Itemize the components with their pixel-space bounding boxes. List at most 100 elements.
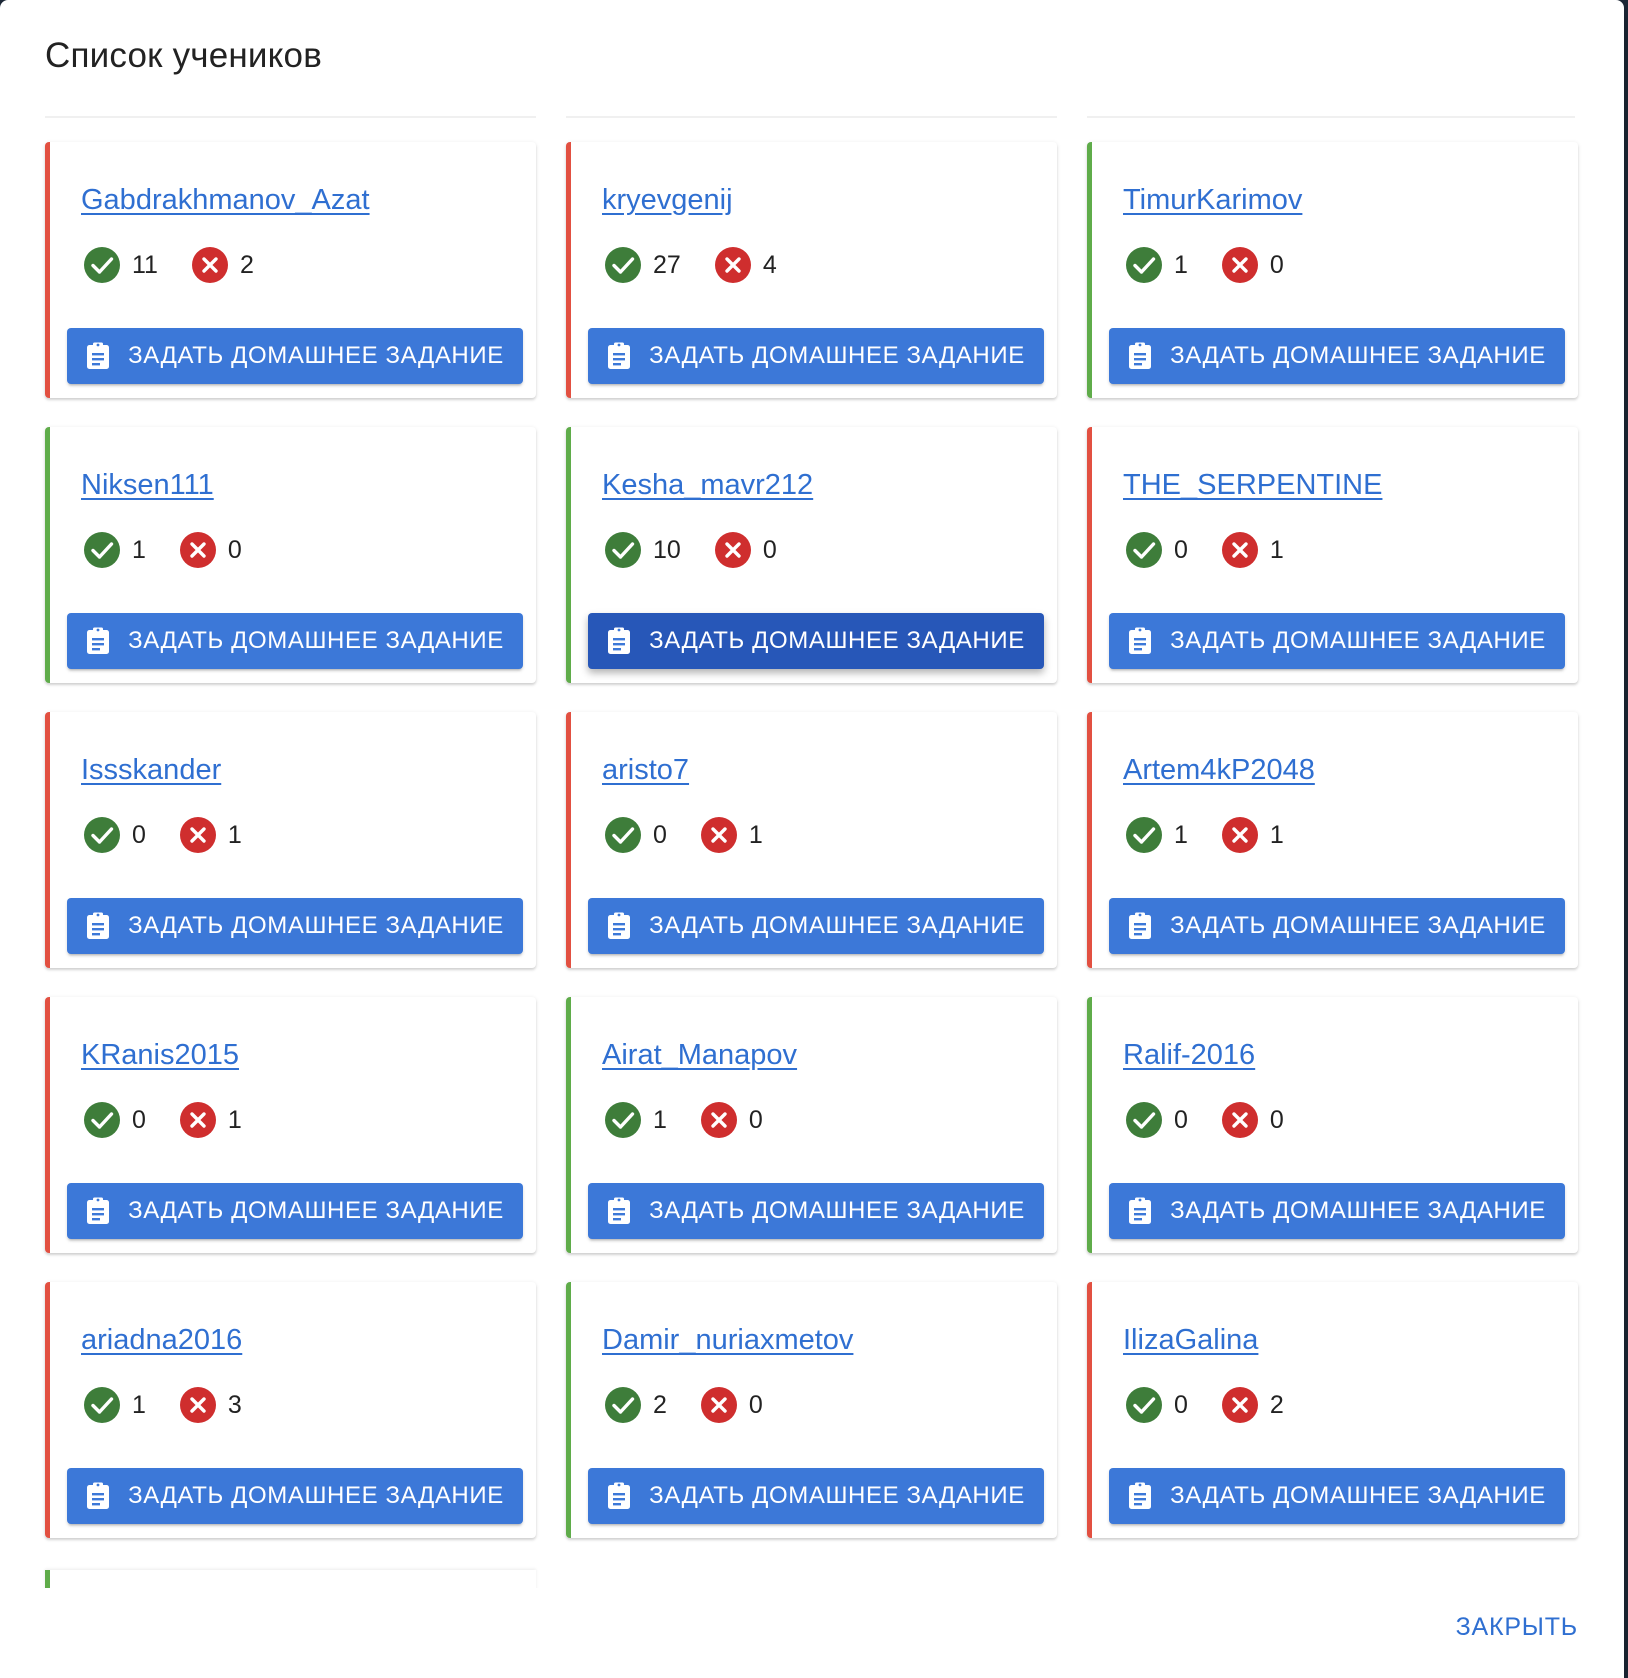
- assign-homework-label: ЗАДАТЬ ДОМАШНЕЕ ЗАДАНИЕ: [128, 1482, 504, 1509]
- done-count: 10: [653, 535, 681, 564]
- students-dialog: Список учеников Gabdrakhmanov_Azat 1 1 2 …: [0, 0, 1624, 1678]
- done-stat: 10: [605, 532, 681, 568]
- student-name-link[interactable]: TimurKarimov: [1123, 184, 1302, 217]
- clipboard-icon: [86, 1197, 110, 1225]
- student-name-link[interactable]: THE_SERPENTINE: [1123, 469, 1382, 502]
- failed-stat: 2: [191, 247, 254, 283]
- student-card: TimurKarimov 1 0 ЗАДАТЬ ДОМАШНЕЕ ЗАДАНИЕ: [1087, 142, 1578, 398]
- assign-homework-label: ЗАДАТЬ ДОМАШНЕЕ ЗАДАНИЕ: [649, 1482, 1025, 1509]
- done-count: 2: [653, 1390, 667, 1419]
- student-name-link[interactable]: Gabdrakhmanov_Azat: [81, 184, 370, 217]
- failed-stat: 2: [1221, 1387, 1284, 1423]
- done-count: 1: [132, 535, 146, 564]
- student-name-link[interactable]: ariadna2016: [81, 1324, 242, 1357]
- failed-count: 1: [1269, 820, 1284, 849]
- assign-homework-button[interactable]: ЗАДАТЬ ДОМАШНЕЕ ЗАДАНИЕ: [67, 328, 523, 384]
- assign-homework-label: ЗАДАТЬ ДОМАШНЕЕ ЗАДАНИЕ: [128, 627, 504, 654]
- student-stats: 0 2: [1126, 1386, 1318, 1424]
- check-circle-icon: [84, 532, 120, 568]
- assign-homework-label: ЗАДАТЬ ДОМАШНЕЕ ЗАДАНИЕ: [649, 627, 1025, 654]
- student-name-link[interactable]: Artem4kP2048: [1123, 754, 1315, 787]
- failed-stat: 0: [714, 532, 777, 568]
- check-circle-icon: [605, 817, 641, 853]
- assign-homework-label: ЗАДАТЬ ДОМАШНЕЕ ЗАДАНИЕ: [128, 1197, 504, 1224]
- x-circle-icon: [191, 247, 228, 283]
- done-stat: 1: [84, 532, 146, 568]
- student-name-link[interactable]: Damir_nuriaxmetov: [602, 1324, 853, 1357]
- clipboard-icon: [1128, 342, 1152, 370]
- failed-stat: 1: [179, 817, 242, 853]
- x-circle-icon: [179, 1387, 216, 1423]
- done-stat: 0: [1126, 1387, 1188, 1423]
- x-circle-icon: [700, 817, 737, 853]
- x-circle-icon: [179, 532, 216, 568]
- failed-count: 1: [1269, 535, 1284, 564]
- student-card: Issskander 0 1 ЗАДАТЬ ДОМАШНЕЕ ЗАДАНИЕ: [45, 712, 536, 968]
- student-name-link[interactable]: aristo7: [602, 754, 689, 787]
- assign-homework-button[interactable]: ЗАДАТЬ ДОМАШНЕЕ ЗАДАНИЕ: [588, 1468, 1044, 1524]
- done-stat: 0: [605, 817, 667, 853]
- done-count: 0: [132, 1105, 146, 1134]
- x-circle-icon: [179, 817, 216, 853]
- clipboard-icon: [607, 627, 631, 655]
- check-circle-icon: [605, 1102, 641, 1138]
- student-name-link[interactable]: Kesha_mavr212: [602, 469, 813, 502]
- check-circle-icon: [84, 817, 120, 853]
- student-stats: 1 3: [84, 1386, 276, 1424]
- assign-homework-button[interactable]: ЗАДАТЬ ДОМАШНЕЕ ЗАДАНИЕ: [67, 1183, 523, 1239]
- assign-homework-button[interactable]: ЗАДАТЬ ДОМАШНЕЕ ЗАДАНИЕ: [588, 328, 1044, 384]
- x-circle-icon: [1221, 1102, 1258, 1138]
- student-stats: 0 1: [84, 816, 276, 854]
- x-circle-icon: [700, 1102, 737, 1138]
- assign-homework-label: ЗАДАТЬ ДОМАШНЕЕ ЗАДАНИЕ: [649, 342, 1025, 369]
- assign-homework-button[interactable]: ЗАДАТЬ ДОМАШНЕЕ ЗАДАНИЕ: [67, 1468, 523, 1524]
- assign-homework-button[interactable]: ЗАДАТЬ ДОМАШНЕЕ ЗАДАНИЕ: [67, 613, 523, 669]
- failed-stat: 1: [179, 1102, 242, 1138]
- done-stat: 1: [1126, 817, 1188, 853]
- done-stat: 0: [1126, 1102, 1188, 1138]
- x-circle-icon: [1221, 1387, 1258, 1423]
- assign-homework-button[interactable]: ЗАДАТЬ ДОМАШНЕЕ ЗАДАНИЕ: [1109, 328, 1565, 384]
- students-list-scroll[interactable]: Gabdrakhmanov_Azat 1 1 2 ЗАДАТЬ ДОМАШНЕЕ …: [0, 100, 1624, 1588]
- student-name-link[interactable]: Niksen111: [81, 469, 214, 502]
- failed-stat: 1: [1221, 817, 1284, 853]
- assign-homework-button[interactable]: ЗАДАТЬ ДОМАШНЕЕ ЗАДАНИЕ: [588, 1183, 1044, 1239]
- student-name-link[interactable]: IlizaGalina: [1123, 1324, 1258, 1357]
- clipboard-icon: [86, 627, 110, 655]
- check-circle-icon: [1126, 247, 1162, 283]
- student-name-link[interactable]: Airat_Manapov: [602, 1039, 797, 1072]
- close-button[interactable]: ЗАКРЫТЬ: [1446, 1607, 1588, 1648]
- student-name-link[interactable]: Issskander: [81, 754, 221, 787]
- done-count: 0: [653, 820, 667, 849]
- done-stat: 1: [605, 1102, 667, 1138]
- assign-homework-button[interactable]: ЗАДАТЬ ДОМАШНЕЕ ЗАДАНИЕ: [67, 898, 523, 954]
- assign-homework-label: ЗАДАТЬ ДОМАШНЕЕ ЗАДАНИЕ: [1170, 1482, 1546, 1509]
- student-name-link[interactable]: KRanis2015: [81, 1039, 239, 1072]
- student-card-partial: [45, 1570, 536, 1588]
- student-name-link[interactable]: kryevgenij: [602, 184, 733, 217]
- student-card: Gabdrakhmanov_Azat 11 2 ЗАДАТЬ ДОМАШНЕЕ …: [45, 142, 536, 398]
- assign-homework-button[interactable]: ЗАДАТЬ ДОМАШНЕЕ ЗАДАНИЕ: [1109, 898, 1565, 954]
- failed-count: 4: [762, 250, 777, 279]
- failed-count: 3: [227, 1390, 242, 1419]
- assign-homework-button[interactable]: ЗАДАТЬ ДОМАШНЕЕ ЗАДАНИЕ: [1109, 1183, 1565, 1239]
- failed-count: 0: [1269, 250, 1284, 279]
- assign-homework-button[interactable]: ЗАДАТЬ ДОМАШНЕЕ ЗАДАНИЕ: [1109, 613, 1565, 669]
- check-circle-icon: [1126, 1102, 1162, 1138]
- assign-homework-label: ЗАДАТЬ ДОМАШНЕЕ ЗАДАНИЕ: [1170, 342, 1546, 369]
- x-circle-icon: [1221, 532, 1258, 568]
- dialog-title: Список учеников: [45, 36, 323, 75]
- student-stats: 1 0: [1126, 246, 1318, 284]
- student-name-link[interactable]: Ralif-2016: [1123, 1039, 1255, 1072]
- failed-stat: 1: [700, 817, 763, 853]
- student-card: Ralif-2016 0 0 ЗАДАТЬ ДОМАШНЕЕ ЗАДАНИЕ: [1087, 997, 1578, 1253]
- assign-homework-button[interactable]: ЗАДАТЬ ДОМАШНЕЕ ЗАДАНИЕ: [1109, 1468, 1565, 1524]
- assign-homework-button[interactable]: ЗАДАТЬ ДОМАШНЕЕ ЗАДАНИЕ: [588, 898, 1044, 954]
- student-stats: 0 1: [84, 1101, 276, 1139]
- assign-homework-button[interactable]: ЗАДАТЬ ДОМАШНЕЕ ЗАДАНИЕ: [588, 613, 1044, 669]
- failed-count: 1: [748, 820, 763, 849]
- student-stats: 0 1: [605, 816, 797, 854]
- students-grid: Gabdrakhmanov_Azat 1 1 2 ЗАДАТЬ ДОМАШНЕЕ …: [45, 142, 1578, 1538]
- failed-count: 0: [227, 535, 242, 564]
- check-circle-icon: [84, 1387, 120, 1423]
